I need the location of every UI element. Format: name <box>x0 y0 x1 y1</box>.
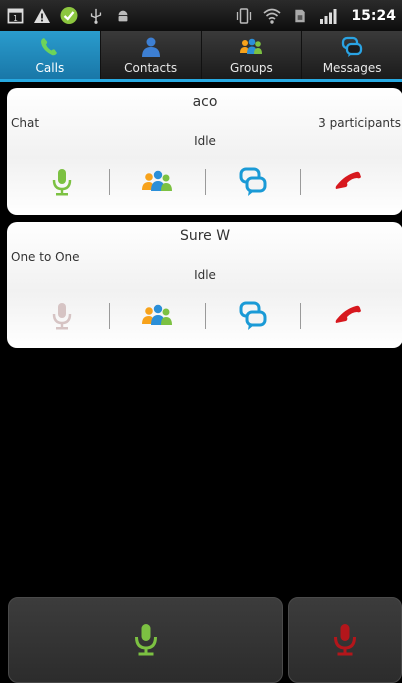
tab-contacts[interactable]: Contacts <box>101 31 202 79</box>
android-debug-icon <box>114 7 132 25</box>
warning-icon <box>33 7 51 25</box>
hangup-icon <box>335 305 361 323</box>
tab-messages[interactable]: Messages <box>302 31 402 79</box>
call-card[interactable]: Sure W One to One Idle <box>7 222 402 348</box>
talk-button[interactable] <box>15 162 109 202</box>
microphone-icon <box>134 624 157 656</box>
chat-button[interactable] <box>206 162 300 202</box>
tab-bar: Calls Contacts Groups Messages <box>0 31 402 82</box>
hangup-button[interactable] <box>301 162 395 202</box>
tab-messages-label: Messages <box>322 60 382 75</box>
call-card[interactable]: aco Chat 3 participants Idle <box>7 88 402 215</box>
group-icon <box>240 38 263 54</box>
call-status: Idle <box>194 134 216 148</box>
call-type: One to One <box>11 250 80 264</box>
tab-groups-label: Groups <box>229 60 273 75</box>
person-icon <box>141 37 160 57</box>
microphone-icon <box>334 624 356 656</box>
check-icon <box>60 7 78 25</box>
tab-contacts-label: Contacts <box>124 60 178 75</box>
microphone-icon <box>52 169 72 196</box>
call-name: aco <box>192 94 218 110</box>
vibrate-icon <box>235 7 253 25</box>
chat-button[interactable] <box>206 296 300 336</box>
usb-icon <box>87 7 105 25</box>
sim-icon <box>291 7 309 25</box>
hangup-button[interactable] <box>301 296 395 336</box>
chat-icon <box>239 167 267 196</box>
phone-icon <box>40 37 57 55</box>
push-to-talk-button[interactable] <box>8 597 283 683</box>
signal-icon <box>319 7 337 25</box>
call-name: Sure W <box>179 228 231 244</box>
status-bar: 1 15:24 <box>0 0 402 31</box>
talk-button[interactable] <box>15 296 109 336</box>
call-actions <box>15 162 395 202</box>
calendar-icon: 1 <box>6 7 24 25</box>
call-actions <box>15 296 395 336</box>
participants-button[interactable] <box>110 162 204 202</box>
end-call-button[interactable] <box>288 597 402 683</box>
call-status: Idle <box>194 268 216 282</box>
chat-icon <box>341 36 363 57</box>
group-icon <box>142 170 173 191</box>
tab-calls-label: Calls <box>35 60 65 75</box>
group-icon <box>142 304 173 325</box>
call-participants: 3 participants <box>318 116 401 130</box>
clock: 15:24 <box>351 7 396 24</box>
participants-button[interactable] <box>110 296 204 336</box>
wifi-icon <box>263 7 281 25</box>
tab-groups[interactable]: Groups <box>202 31 303 79</box>
svg-text:1: 1 <box>13 14 18 23</box>
chat-icon <box>239 301 267 330</box>
call-type: Chat <box>11 116 40 130</box>
microphone-icon <box>52 303 72 330</box>
hangup-icon <box>335 171 361 189</box>
tab-calls[interactable]: Calls <box>0 31 101 79</box>
